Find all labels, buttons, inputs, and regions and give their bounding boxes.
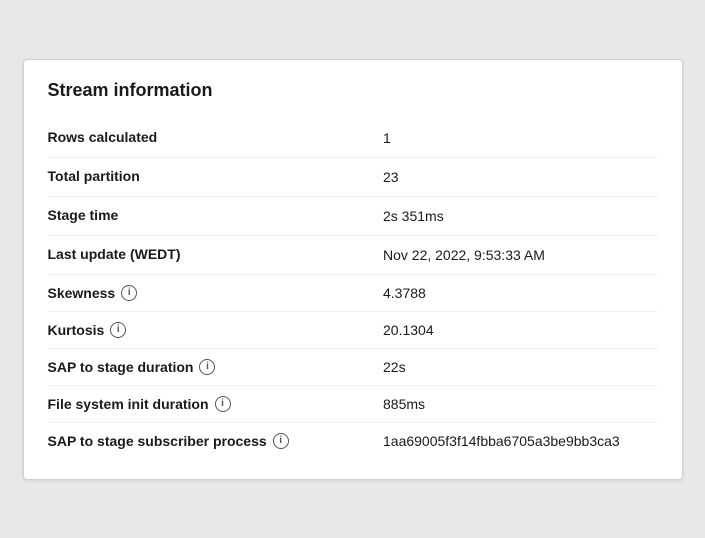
value-cell-total-partition: 23 (383, 157, 658, 196)
label-cell-rows-calculated: Rows calculated (48, 119, 384, 158)
label-file-system-init: File system init duration (48, 396, 209, 412)
value-sap-to-stage-subscriber: 1aa69005f3f14fbba6705a3be9bb3ca3 (383, 433, 620, 449)
value-cell-sap-to-stage-duration: 22s (383, 348, 658, 385)
label-cell-skewness: Skewness i (48, 274, 384, 311)
info-icon-kurtosis[interactable]: i (110, 322, 126, 338)
label-skewness: Skewness (48, 285, 116, 301)
table-row: Skewness i 4.3788 (48, 274, 658, 311)
info-icon-sap-to-stage-duration[interactable]: i (199, 359, 215, 375)
label-last-update: Last update (WEDT) (48, 246, 181, 262)
value-total-partition: 23 (383, 169, 399, 185)
table-row: File system init duration i 885ms (48, 385, 658, 422)
value-cell-stage-time: 2s 351ms (383, 196, 658, 235)
value-file-system-init: 885ms (383, 396, 425, 412)
table-row: SAP to stage subscriber process i 1aa69005… (48, 422, 658, 459)
info-icon-sap-to-stage-subscriber[interactable]: i (273, 433, 289, 449)
label-kurtosis: Kurtosis (48, 322, 105, 338)
value-rows-calculated: 1 (383, 130, 391, 146)
label-cell-stage-time: Stage time (48, 196, 384, 235)
stream-information-card: Stream information Rows calculated 1 Total… (23, 59, 683, 480)
value-cell-sap-to-stage-subscriber: 1aa69005f3f14fbba6705a3be9bb3ca3 (383, 422, 658, 459)
value-sap-to-stage-duration: 22s (383, 359, 406, 375)
table-row: Last update (WEDT) Nov 22, 2022, 9:53:33 … (48, 235, 658, 274)
info-icon-file-system-init[interactable]: i (215, 396, 231, 412)
value-cell-last-update: Nov 22, 2022, 9:53:33 AM (383, 235, 658, 274)
value-stage-time: 2s 351ms (383, 208, 444, 224)
info-icon-skewness[interactable]: i (121, 285, 137, 301)
label-cell-kurtosis: Kurtosis i (48, 311, 384, 348)
table-row: Rows calculated 1 (48, 119, 658, 158)
label-sap-to-stage-subscriber: SAP to stage subscriber process (48, 433, 267, 449)
table-row: Total partition 23 (48, 157, 658, 196)
value-cell-skewness: 4.3788 (383, 274, 658, 311)
label-cell-sap-to-stage-subscriber: SAP to stage subscriber process i (48, 422, 384, 459)
value-cell-kurtosis: 20.1304 (383, 311, 658, 348)
info-table: Rows calculated 1 Total partition 23 Stage t… (48, 119, 658, 459)
label-cell-total-partition: Total partition (48, 157, 384, 196)
value-skewness: 4.3788 (383, 285, 426, 301)
value-cell-file-system-init: 885ms (383, 385, 658, 422)
value-cell-rows-calculated: 1 (383, 119, 658, 158)
label-stage-time: Stage time (48, 207, 119, 223)
label-sap-to-stage-duration: SAP to stage duration (48, 359, 194, 375)
value-kurtosis: 20.1304 (383, 322, 434, 338)
label-total-partition: Total partition (48, 168, 140, 184)
table-row: Stage time 2s 351ms (48, 196, 658, 235)
label-cell-last-update: Last update (WEDT) (48, 235, 384, 274)
value-last-update: Nov 22, 2022, 9:53:33 AM (383, 247, 545, 263)
table-row: SAP to stage duration i 22s (48, 348, 658, 385)
label-cell-file-system-init: File system init duration i (48, 385, 384, 422)
table-row: Kurtosis i 20.1304 (48, 311, 658, 348)
label-rows-calculated: Rows calculated (48, 129, 158, 145)
card-title: Stream information (48, 80, 658, 101)
label-cell-sap-to-stage-duration: SAP to stage duration i (48, 348, 384, 385)
